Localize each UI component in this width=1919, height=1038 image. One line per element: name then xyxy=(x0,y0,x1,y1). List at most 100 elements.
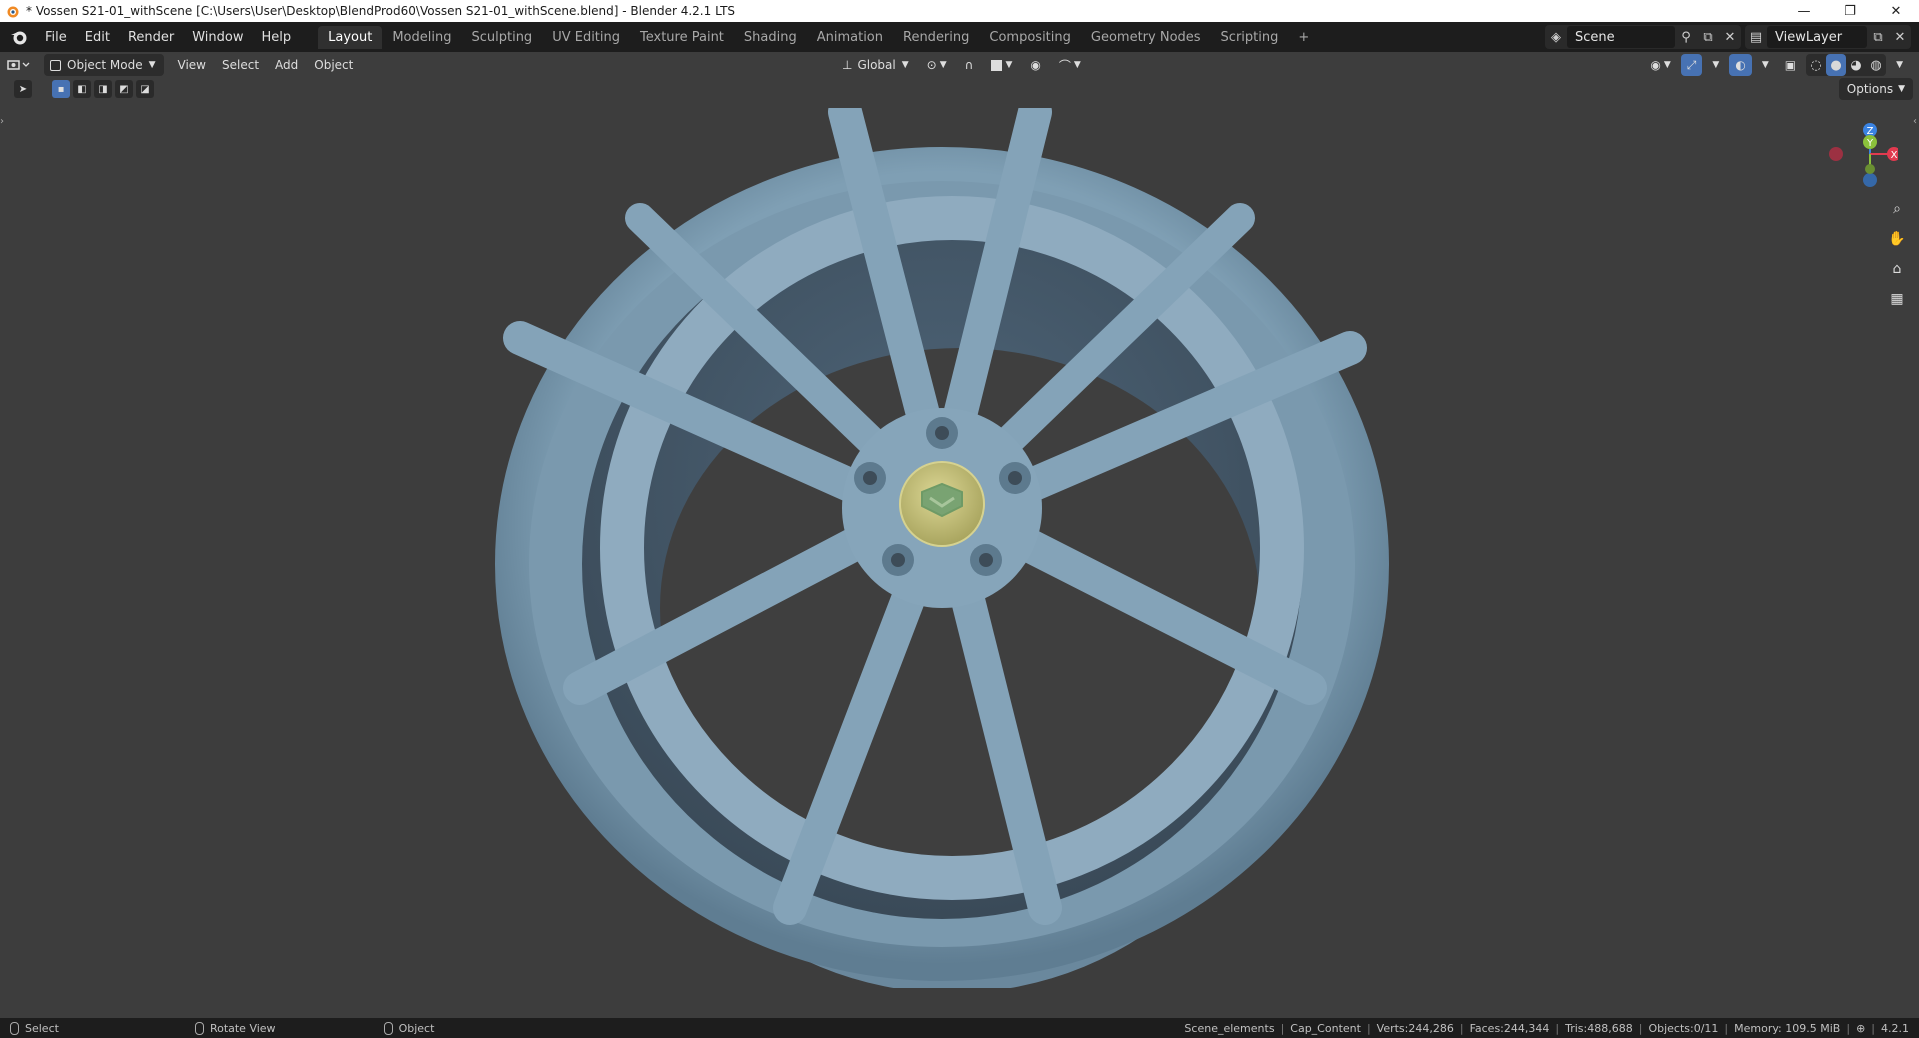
stat-objects: Objects:0/11 xyxy=(1648,1021,1719,1035)
solid-shading-icon[interactable]: ● xyxy=(1826,54,1847,76)
overlays-icon: ◐ xyxy=(1735,58,1746,72)
scene-name-field[interactable]: Scene xyxy=(1567,26,1675,48)
rendered-shading-icon[interactable]: ◍ xyxy=(1866,54,1886,76)
status-hint-select: Select xyxy=(10,1021,59,1035)
view-layer-name-field[interactable]: ViewLayer xyxy=(1767,26,1867,48)
object-mode-icon xyxy=(50,59,61,71)
menu-edit[interactable]: Edit xyxy=(76,27,119,48)
window-title-bar: * Vossen S21-01_withScene [C:\Users\User… xyxy=(0,0,1919,22)
stat-verts: Verts:244,286 xyxy=(1376,1021,1454,1035)
mouse-left-icon xyxy=(10,1021,19,1035)
globe-icon: ⊕ xyxy=(1856,1021,1866,1035)
transform-orientation-dropdown[interactable]: ⊥ Global ▼ xyxy=(836,54,915,76)
tab-rendering[interactable]: Rendering xyxy=(893,26,979,49)
stat-faces: Faces:244,344 xyxy=(1469,1021,1550,1035)
menu-help[interactable]: Help xyxy=(253,27,301,48)
tab-animation[interactable]: Animation xyxy=(807,26,893,49)
material-shading-icon[interactable]: ◕ xyxy=(1846,54,1866,76)
select-tool-icon[interactable]: ➤ xyxy=(14,80,32,98)
chevron-down-icon: ▼ xyxy=(1898,84,1905,94)
snap-target-dropdown[interactable]: ▼ xyxy=(985,54,1018,76)
select-mode-intersect-icon[interactable]: ◪ xyxy=(136,80,154,98)
stat-version: 4.2.1 xyxy=(1881,1021,1909,1035)
tab-texture-paint[interactable]: Texture Paint xyxy=(630,26,734,49)
hint-object-label: Object xyxy=(398,1021,435,1035)
falloff-dropdown[interactable]: ⌒ ▼ xyxy=(1053,54,1087,76)
left-panel-toggle[interactable]: › xyxy=(0,116,4,127)
viewport-menu-view[interactable]: View xyxy=(170,58,214,72)
select-mode-extend-icon[interactable]: ◧ xyxy=(73,80,91,98)
right-panel-toggle[interactable]: ‹ xyxy=(1913,116,1917,127)
tab-scripting[interactable]: Scripting xyxy=(1211,26,1289,49)
view-layer-icon[interactable]: ▤ xyxy=(1745,26,1767,48)
overlays-toggle[interactable]: ◐ xyxy=(1729,54,1752,76)
tool-settings-row: ➤ ▪ ◧ ◨ ◩ ◪ xyxy=(14,78,154,100)
status-hint-rotate: Rotate View xyxy=(194,1021,276,1035)
options-dropdown[interactable]: Options ▼ xyxy=(1838,78,1913,100)
delete-view-layer-icon[interactable]: ✕ xyxy=(1889,26,1911,48)
stat-memory: Memory: 109.5 MiB xyxy=(1734,1021,1841,1035)
gizmo-toggle[interactable]: ⤢ xyxy=(1680,54,1703,76)
scene-statistics: Scene_elements | Cap_Content | Verts:244,2… xyxy=(1184,1021,1909,1035)
wheel-model[interactable] xyxy=(490,108,1400,988)
pin-icon[interactable]: ⚲ xyxy=(1675,26,1697,48)
menu-render[interactable]: Render xyxy=(119,27,183,48)
menu-file[interactable]: File xyxy=(36,27,76,48)
close-window-button[interactable]: ✕ xyxy=(1873,0,1919,22)
editor-type-button[interactable] xyxy=(0,54,38,76)
shading-modes: ◌ ● ◕ ◍ xyxy=(1806,54,1887,76)
viewport-menu-select[interactable]: Select xyxy=(214,58,267,72)
proportional-edit-toggle[interactable]: ◉ xyxy=(1024,54,1046,76)
tab-shading[interactable]: Shading xyxy=(734,26,807,49)
orientation-label: Global xyxy=(857,58,896,72)
proportional-icon: ◉ xyxy=(1030,58,1041,72)
shading-dropdown[interactable]: ▼ xyxy=(1890,54,1909,76)
wireframe-shading-icon[interactable]: ◌ xyxy=(1806,54,1826,76)
viewport-menu-add[interactable]: Add xyxy=(267,58,306,72)
magnet-icon: ∩ xyxy=(964,58,974,72)
snap-toggle[interactable]: ∩ xyxy=(959,54,980,76)
restore-button[interactable]: ❐ xyxy=(1827,0,1873,22)
delete-scene-icon[interactable]: ✕ xyxy=(1719,26,1741,48)
tab-layout[interactable]: Layout xyxy=(318,25,383,49)
viewport-menu-object[interactable]: Object xyxy=(306,58,361,72)
add-workspace-button[interactable]: + xyxy=(1288,26,1319,49)
mode-dropdown[interactable]: Object Mode ▼ xyxy=(44,54,164,76)
mouse-middle-icon xyxy=(194,1021,204,1035)
chevron-down-icon: ▼ xyxy=(148,60,156,70)
xray-toggle[interactable]: ▣ xyxy=(1779,54,1802,76)
tab-sculpting[interactable]: Sculpting xyxy=(461,26,542,49)
minimize-button[interactable]: — xyxy=(1781,0,1827,22)
top-menu-bar: File Edit Render Window Help Layout Mode… xyxy=(0,22,1919,52)
neg-y-axis-icon xyxy=(1865,164,1875,174)
scene-icon[interactable]: ◈ xyxy=(1545,26,1567,48)
tab-uv-editing[interactable]: UV Editing xyxy=(542,26,630,49)
new-scene-icon[interactable]: ⧉ xyxy=(1697,26,1719,48)
visibility-dropdown[interactable]: ◉ ▼ xyxy=(1644,54,1676,76)
status-bar: Select Rotate View Object Scene_elements… xyxy=(0,1018,1919,1038)
pivot-point-dropdown[interactable]: ⊙ ▼ xyxy=(921,54,953,76)
tab-geometry-nodes[interactable]: Geometry Nodes xyxy=(1081,26,1211,49)
overlays-dropdown[interactable]: ▼ xyxy=(1756,54,1775,76)
menu-window[interactable]: Window xyxy=(183,27,252,48)
select-mode-invert-icon[interactable]: ◩ xyxy=(115,80,133,98)
tab-modeling[interactable]: Modeling xyxy=(382,26,461,49)
new-view-layer-icon[interactable]: ⧉ xyxy=(1867,26,1889,48)
tab-compositing[interactable]: Compositing xyxy=(979,26,1081,49)
view-layer-selector[interactable]: ▤ ViewLayer ⧉ ✕ xyxy=(1745,25,1911,49)
zoom-icon[interactable]: ⌕ xyxy=(1884,196,1910,222)
camera-view-icon[interactable]: ⌂ xyxy=(1884,256,1910,282)
scene-selector[interactable]: ◈ Scene ⚲ ⧉ ✕ xyxy=(1545,25,1741,49)
blender-menu-icon[interactable] xyxy=(8,26,30,48)
y-axis-label: Y xyxy=(1866,138,1874,149)
stat-tris: Tris:488,688 xyxy=(1565,1021,1633,1035)
falloff-curve-icon: ⌒ xyxy=(1058,58,1071,73)
select-mode-subtract-icon[interactable]: ◨ xyxy=(94,80,112,98)
pan-hand-icon[interactable]: ✋ xyxy=(1884,226,1910,252)
gizmo-dropdown[interactable]: ▼ xyxy=(1706,54,1725,76)
navigation-gizmo[interactable]: X Y Z xyxy=(1818,114,1898,194)
select-mode-new-icon[interactable]: ▪ xyxy=(52,80,70,98)
perspective-grid-icon[interactable]: ▦ xyxy=(1884,286,1910,312)
orientation-axes-icon: ⊥ xyxy=(842,58,853,72)
editor-type-icon xyxy=(7,60,30,70)
